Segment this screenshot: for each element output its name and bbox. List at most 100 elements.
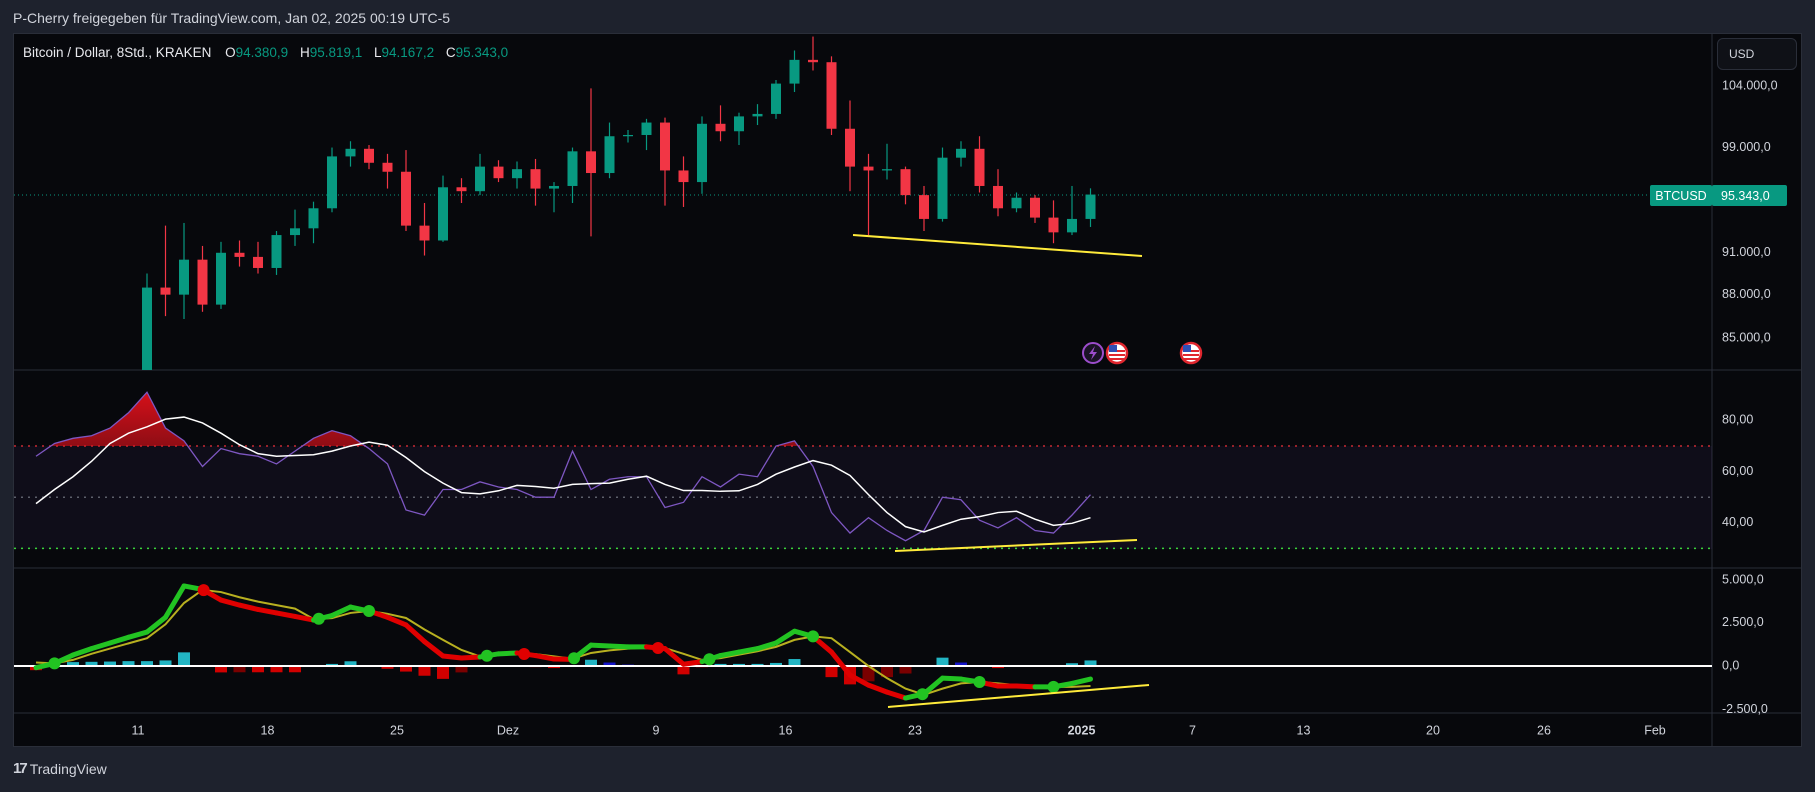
candle[interactable] bbox=[678, 156, 689, 207]
candle[interactable] bbox=[364, 145, 374, 170]
candle[interactable] bbox=[160, 225, 171, 317]
candle[interactable] bbox=[179, 222, 189, 320]
candle[interactable] bbox=[789, 50, 800, 93]
candle[interactable] bbox=[623, 130, 633, 143]
tradingview-logo[interactable]: 1‍7 TradingView bbox=[13, 760, 107, 777]
macd-line-segment[interactable] bbox=[866, 682, 890, 695]
candle[interactable] bbox=[845, 100, 855, 192]
candle-body bbox=[1011, 197, 1022, 209]
candle[interactable] bbox=[567, 147, 578, 204]
macd-line-segment[interactable] bbox=[718, 649, 742, 659]
symbol-legend[interactable]: Bitcoin / Dollar, 8Std., KRAKEN O94.380,… bbox=[23, 45, 516, 60]
candle[interactable] bbox=[863, 153, 874, 236]
price-tick-label: 91.000,0 bbox=[1722, 245, 1771, 259]
macd-line-segment[interactable] bbox=[89, 640, 113, 652]
macd-line-segment[interactable] bbox=[681, 659, 705, 667]
candle[interactable] bbox=[900, 166, 911, 205]
candle[interactable] bbox=[327, 147, 337, 213]
chart-canvas[interactable]: 104.000,0 99.000,0 91.000,0 88.000,0 85.000,… bbox=[0, 0, 1815, 792]
macd-line-segment[interactable] bbox=[533, 653, 557, 662]
macd-pane[interactable] bbox=[14, 583, 1712, 701]
candle[interactable] bbox=[1030, 195, 1040, 223]
candle[interactable] bbox=[271, 231, 282, 275]
candle[interactable] bbox=[197, 245, 208, 312]
candle[interactable] bbox=[382, 153, 393, 189]
candle[interactable] bbox=[31, 572, 41, 639]
candle[interactable] bbox=[142, 273, 152, 411]
macd-line-segment[interactable] bbox=[459, 654, 483, 661]
candle[interactable] bbox=[771, 80, 781, 119]
candle[interactable] bbox=[1048, 200, 1059, 244]
candle[interactable] bbox=[401, 150, 411, 232]
candle[interactable] bbox=[937, 147, 948, 222]
candle[interactable] bbox=[882, 143, 892, 180]
candle-body bbox=[401, 171, 411, 226]
candle[interactable] bbox=[290, 209, 300, 246]
macd-line-segment[interactable] bbox=[440, 653, 464, 661]
macd-line-segment[interactable] bbox=[736, 646, 760, 655]
macd-signal-line[interactable] bbox=[35, 588, 1091, 696]
macd-line-segment[interactable] bbox=[144, 614, 168, 635]
candle[interactable] bbox=[993, 169, 1003, 217]
candle[interactable] bbox=[586, 88, 596, 237]
candle[interactable] bbox=[715, 105, 726, 142]
candle[interactable] bbox=[641, 118, 652, 151]
price-support-trendline[interactable] bbox=[852, 234, 1143, 257]
candle-body bbox=[808, 59, 818, 63]
macd-line-segment[interactable] bbox=[588, 642, 612, 649]
axes[interactable]: 104.000,0 99.000,0 91.000,0 88.000,0 85.000,… bbox=[132, 78, 1778, 737]
candle-body bbox=[826, 62, 837, 129]
candle[interactable] bbox=[419, 203, 430, 256]
us-flag-icon[interactable] bbox=[1105, 341, 1129, 365]
macd-line-segment[interactable] bbox=[255, 606, 279, 616]
macd-line-segment[interactable] bbox=[884, 689, 908, 701]
candle[interactable] bbox=[604, 122, 615, 179]
candle[interactable] bbox=[826, 56, 837, 135]
macd-line-segment[interactable] bbox=[126, 629, 150, 640]
candle[interactable] bbox=[216, 241, 226, 309]
candle[interactable] bbox=[956, 141, 966, 167]
candle[interactable] bbox=[1067, 185, 1077, 236]
candle-body bbox=[752, 113, 763, 117]
candle[interactable] bbox=[456, 178, 467, 204]
event-markers[interactable] bbox=[1082, 341, 1203, 365]
candle[interactable] bbox=[1011, 192, 1022, 213]
macd-line-segment[interactable] bbox=[1069, 676, 1093, 686]
candle[interactable] bbox=[808, 36, 818, 71]
macd-line-segment[interactable] bbox=[496, 650, 520, 657]
candle[interactable] bbox=[752, 104, 763, 126]
candle[interactable] bbox=[234, 240, 245, 267]
pane-separators bbox=[14, 34, 1802, 747]
time-tick-label: 11 bbox=[132, 723, 145, 737]
candle[interactable] bbox=[345, 141, 356, 167]
candle[interactable] bbox=[660, 117, 670, 206]
lightning-icon[interactable] bbox=[1082, 342, 1104, 364]
candle[interactable] bbox=[512, 161, 522, 189]
candle[interactable] bbox=[308, 201, 319, 244]
macd-line-segment[interactable] bbox=[940, 675, 964, 682]
candle[interactable] bbox=[253, 241, 263, 274]
candle[interactable] bbox=[475, 153, 485, 196]
macd-line-segment[interactable] bbox=[385, 614, 409, 628]
us-flag-icon[interactable] bbox=[1179, 341, 1203, 365]
macd-line-segment[interactable] bbox=[218, 597, 242, 608]
candle[interactable] bbox=[438, 175, 448, 242]
candle[interactable] bbox=[1085, 188, 1096, 227]
open-value: 94.380,9 bbox=[235, 45, 289, 60]
candle-body bbox=[715, 123, 726, 132]
macd-line-segment[interactable] bbox=[107, 634, 131, 646]
macd-line-segment[interactable] bbox=[237, 602, 261, 612]
candle[interactable] bbox=[530, 158, 541, 206]
symbol-name[interactable]: Bitcoin / Dollar, 8Std., KRAKEN bbox=[23, 45, 211, 60]
currency-button[interactable]: USD bbox=[1717, 38, 1797, 70]
macd-line-segment[interactable] bbox=[274, 610, 298, 619]
candle[interactable] bbox=[919, 185, 929, 232]
macd-line-segment[interactable] bbox=[1014, 683, 1038, 690]
candle[interactable] bbox=[493, 160, 504, 183]
candle[interactable] bbox=[974, 136, 985, 193]
macd-line-segment[interactable] bbox=[607, 643, 631, 650]
candle[interactable] bbox=[734, 112, 744, 146]
candle[interactable] bbox=[697, 116, 707, 194]
macd-line-segment[interactable] bbox=[422, 639, 446, 659]
candle[interactable] bbox=[549, 182, 559, 213]
